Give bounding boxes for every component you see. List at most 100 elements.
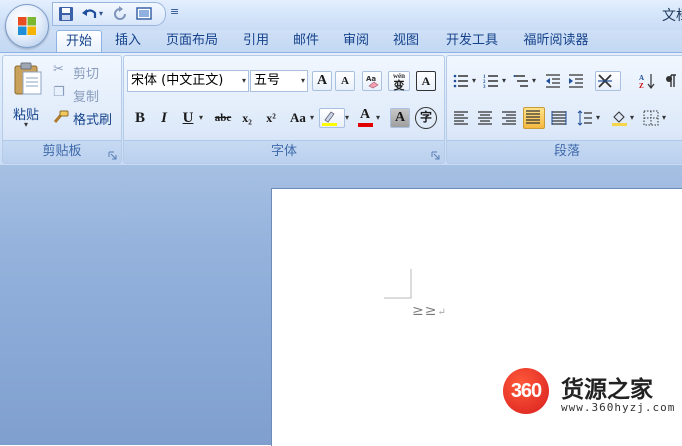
change-case-icon: Aa xyxy=(290,110,306,125)
customize-qat-icon[interactable]: ≡ xyxy=(170,5,180,19)
tab-home[interactable]: 开始 xyxy=(56,30,102,53)
bullets-dropdown-icon[interactable]: ▾ xyxy=(472,71,479,91)
tab-foxit-reader[interactable]: 福昕阅读器 xyxy=(514,31,598,51)
subscript-button[interactable]: x₂ xyxy=(237,108,257,128)
clipboard-launcher-icon[interactable] xyxy=(108,149,117,160)
decrease-indent-button[interactable] xyxy=(543,71,563,91)
strikethrough-button[interactable]: abc xyxy=(209,108,237,128)
chevron-down-icon: ▾ xyxy=(241,76,246,85)
undo-dropdown-icon[interactable]: ▾ xyxy=(99,5,107,23)
multilevel-list-button[interactable] xyxy=(511,71,531,91)
justify-button[interactable] xyxy=(523,107,545,129)
paragraph-group: ▾ 123 ▾ ▾ AZ ▾ ▾ ▾ 段落 xyxy=(446,55,682,164)
numbering-dropdown-icon[interactable]: ▾ xyxy=(502,71,509,91)
subscript-icon: x₂ xyxy=(242,111,252,125)
chinese-layout-icon xyxy=(598,74,612,88)
align-left-icon xyxy=(454,111,468,125)
grow-font-button[interactable]: A xyxy=(312,71,332,91)
svg-text:A: A xyxy=(639,74,644,82)
multilevel-dropdown-icon[interactable]: ▾ xyxy=(532,71,539,91)
superscript-button[interactable]: x² xyxy=(261,108,281,128)
paste-button[interactable]: 粘贴 ▾ xyxy=(7,60,47,134)
character-border-icon: A xyxy=(421,74,431,88)
font-group-label: 字体 xyxy=(124,140,444,163)
phonetic-guide-button[interactable]: wén 变 xyxy=(388,71,410,92)
tab-mailings[interactable]: 邮件 xyxy=(286,31,326,51)
distributed-button[interactable] xyxy=(549,108,569,128)
copy-label: 复制 xyxy=(73,90,100,105)
format-painter-icon xyxy=(53,110,69,123)
shrink-font-button[interactable]: A xyxy=(335,71,355,91)
strikethrough-icon: abc xyxy=(214,112,232,124)
clear-formatting-button[interactable]: Aa xyxy=(362,71,382,91)
character-border-button[interactable]: A xyxy=(416,71,436,91)
numbering-icon: 123 xyxy=(483,75,498,89)
clipboard-group-label: 剪贴板 xyxy=(3,140,121,163)
font-launcher-icon[interactable] xyxy=(431,149,440,160)
align-left-button[interactable] xyxy=(451,108,471,128)
text-highlight-button[interactable] xyxy=(319,108,345,128)
font-name-combo[interactable]: 宋体 (中文正文) ▾ xyxy=(127,70,249,92)
increase-indent-button[interactable] xyxy=(566,71,586,91)
borders-button[interactable] xyxy=(641,108,661,128)
underline-dropdown-icon[interactable]: ▾ xyxy=(199,108,206,128)
tab-references[interactable]: 引用 xyxy=(236,31,276,51)
line-spacing-icon xyxy=(577,110,592,126)
enclose-characters-icon: 字 xyxy=(419,110,432,124)
paste-dropdown-icon[interactable]: ▾ xyxy=(24,120,28,129)
numbering-button[interactable]: 123 xyxy=(481,71,501,91)
justify-icon xyxy=(526,110,540,124)
align-right-button[interactable] xyxy=(499,108,519,128)
distributed-icon xyxy=(551,111,567,125)
copy-button[interactable]: ❐ 复制 xyxy=(53,85,117,105)
cut-button[interactable]: ✂ 剪切 xyxy=(53,62,117,82)
chevron-down-icon: ▾ xyxy=(300,76,305,85)
undo-icon[interactable] xyxy=(81,5,99,23)
enclose-characters-button[interactable]: 字 xyxy=(415,107,437,129)
align-center-button[interactable] xyxy=(475,108,495,128)
underline-button[interactable]: U xyxy=(178,108,198,128)
show-marks-button[interactable] xyxy=(661,71,681,91)
tab-developer[interactable]: 开发工具 xyxy=(436,31,508,51)
font-color-dropdown-icon[interactable]: ▾ xyxy=(376,108,383,128)
line-spacing-dropdown-icon[interactable]: ▾ xyxy=(596,108,603,128)
italic-icon: I xyxy=(161,110,167,126)
bold-button[interactable]: B xyxy=(130,108,150,128)
document-text: ≥≥↵ xyxy=(412,303,447,319)
line-spacing-button[interactable] xyxy=(575,108,595,128)
font-size-combo[interactable]: 五号 ▾ xyxy=(250,70,308,92)
title-bar: ▾ ≡ 文档 xyxy=(0,0,682,30)
tab-insert[interactable]: 插入 xyxy=(108,31,148,51)
font-color-swatch xyxy=(358,123,373,127)
cut-label: 剪切 xyxy=(73,67,100,82)
svg-text:Aa: Aa xyxy=(366,75,376,83)
paragraph-mark-icon: ↵ xyxy=(437,307,447,318)
quick-access-toolbar: ▾ xyxy=(52,2,166,26)
change-case-dropdown-icon[interactable]: ▾ xyxy=(310,108,317,128)
clear-formatting-icon: Aa xyxy=(366,75,379,89)
shading-dropdown-icon[interactable]: ▾ xyxy=(630,108,637,128)
font-color-button[interactable]: A xyxy=(354,106,376,127)
paragraph-group-label: 段落 xyxy=(447,140,682,163)
highlight-dropdown-icon[interactable]: ▾ xyxy=(345,108,352,128)
redo-icon[interactable] xyxy=(111,5,129,23)
borders-dropdown-icon[interactable]: ▾ xyxy=(662,108,669,128)
shading-button[interactable] xyxy=(609,108,629,128)
chinese-layout-button[interactable] xyxy=(595,71,621,91)
tab-review[interactable]: 审阅 xyxy=(336,31,376,51)
office-button[interactable] xyxy=(5,4,49,48)
paint-bucket-icon xyxy=(612,111,627,126)
sort-button[interactable]: AZ xyxy=(637,71,657,91)
watermark-logo-badge: 360 xyxy=(503,368,549,414)
format-painter-button[interactable]: 格式刷 xyxy=(53,108,119,128)
character-shading-button[interactable]: A xyxy=(390,108,410,128)
tab-page-layout[interactable]: 页面布局 xyxy=(158,31,226,51)
italic-button[interactable]: I xyxy=(154,108,174,128)
change-case-button[interactable]: Aa xyxy=(286,108,310,128)
save-icon[interactable] xyxy=(57,5,75,23)
decrease-indent-icon xyxy=(546,74,560,88)
tab-view[interactable]: 视图 xyxy=(386,31,426,51)
ribbon: 粘贴 ▾ ✂ 剪切 ❐ 复制 格式刷 剪贴板 宋体 (中文正文) ▾ 五号 ▾ xyxy=(0,52,682,166)
bullets-button[interactable] xyxy=(451,71,471,91)
print-preview-icon[interactable] xyxy=(135,5,153,23)
